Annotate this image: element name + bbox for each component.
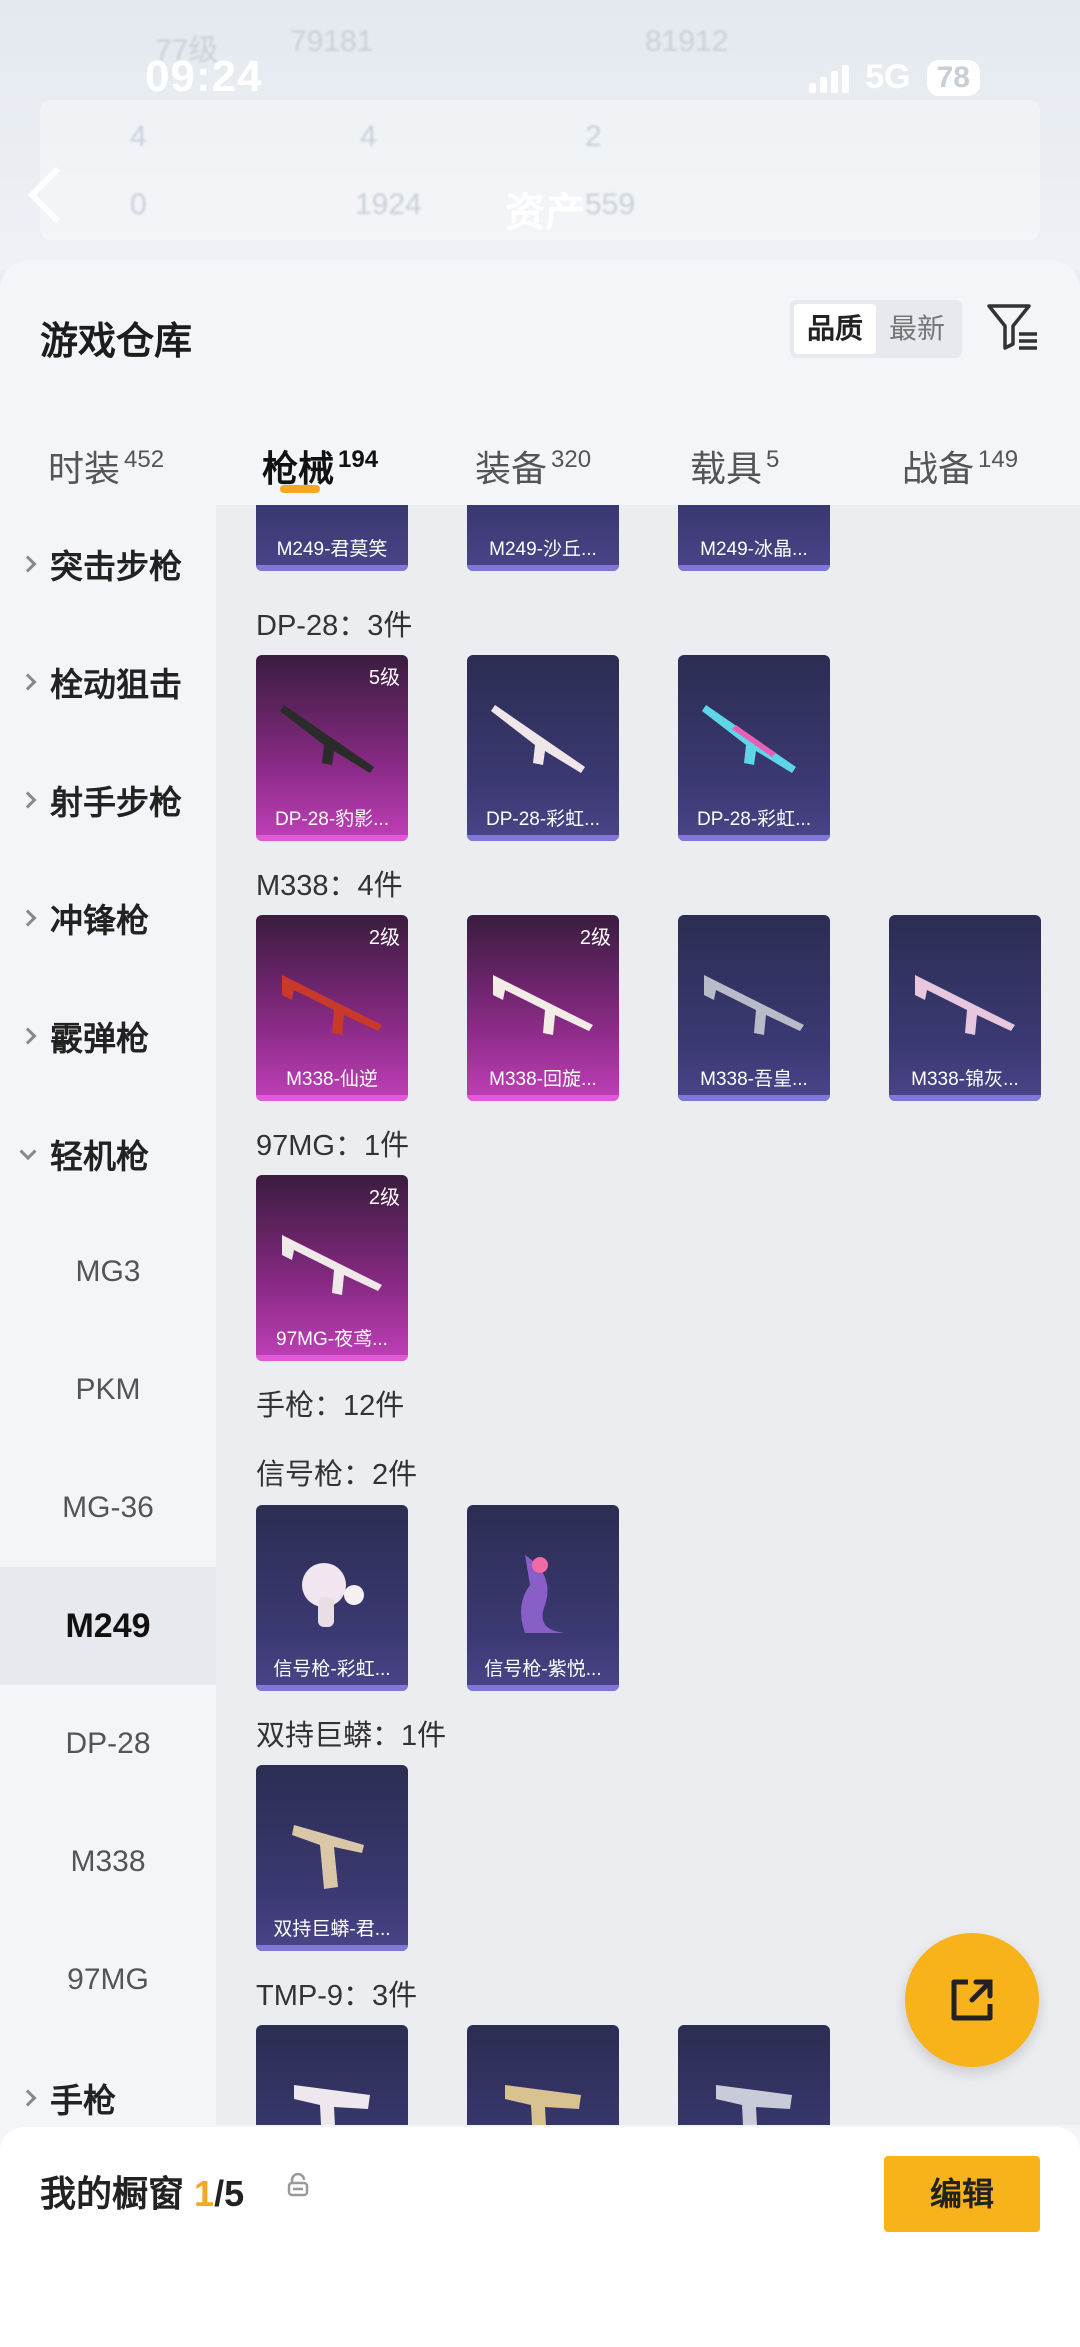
signal-icon [809,63,850,93]
weapon-type-sidebar: 突击步枪 栓动狙击 射手步枪 冲锋枪 霰弹枪 轻机枪 MG3 PKM MG-36… [0,505,216,2125]
tab-fashion[interactable]: 时装 452 [48,440,164,492]
active-tab-indicator [280,485,320,493]
sidebar-item-m338[interactable]: M338 [0,1803,216,1921]
sidebar-item-pkm[interactable]: PKM [0,1331,216,1449]
background-header: 77级 79181 81912 4 4 2 0 1924 559 资产 09:2… [0,0,1080,270]
gun-icon [704,975,804,1035]
sidebar-item-lmg[interactable]: 轻机枪 [0,1095,216,1213]
battery-icon: 78 [926,59,980,96]
sidebar-item-assault-rifle[interactable]: 突击步枪 [0,505,216,623]
sidebar-item-smg[interactable]: 冲锋枪 [0,859,216,977]
group-title-pistol: 手枪：12件 [256,1390,405,1422]
chevron-right-icon [19,555,37,573]
weapon-card[interactable]: 双持巨蟒-君... [256,1765,408,1951]
status-icons: 5G 78 [809,58,980,97]
weapon-card[interactable]: M249-沙丘... [467,505,619,571]
ghost-stat-5: 1924 [355,188,422,221]
weapon-card[interactable] [256,2025,408,2125]
share-icon [951,1979,993,2021]
gun-icon [282,1235,382,1295]
sidebar-item-mg36[interactable]: MG-36 [0,1449,216,1567]
sort-latest-button[interactable]: 最新 [876,304,958,354]
share-button[interactable] [905,1933,1039,2067]
gun-icon [282,975,382,1035]
gun-icon [280,705,374,773]
gun-icon [294,2085,370,2125]
gun-icon [493,975,593,1035]
ghost-stat-2: 4 [360,120,377,153]
gun-icon [915,975,1015,1035]
chevron-right-icon [19,2089,37,2107]
weapon-card[interactable]: 信号枪-紫悦... [467,1505,619,1691]
chevron-right-icon [19,673,37,691]
sidebar-item-shotgun[interactable]: 霰弹枪 [0,977,216,1095]
sort-toggle: 品质 最新 [790,300,962,358]
ghost-stat-6: 559 [585,188,636,221]
edit-button[interactable]: 编辑 [884,2156,1040,2232]
filter-icon[interactable] [985,298,1041,354]
showcase-total: /5 [214,2173,245,2214]
tab-vehicles[interactable]: 载具 5 [690,440,779,492]
chevron-down-icon [19,1143,37,1161]
sidebar-item-mg3[interactable]: MG3 [0,1213,216,1331]
tab-equipment[interactable]: 装备 320 [475,440,591,492]
gun-icon [716,2085,792,2125]
ghost-value-1: 79181 [290,25,374,58]
weapon-card[interactable]: M249-君莫笑 [256,505,408,571]
weapon-card[interactable]: M338-吾皇... [678,915,830,1101]
ghost-stat-4: 0 [130,188,147,221]
lock-icon [287,2173,309,2197]
gun-icon [302,1563,364,1627]
weapon-card[interactable]: 信号枪-彩虹... [256,1505,408,1691]
weapon-card[interactable]: M338-锦灰... [889,915,1041,1101]
showcase-label: 我的橱窗 1/5 [40,2173,245,2214]
group-title-97mg: 97MG：1件 [256,1130,410,1162]
gun-icon [505,2085,581,2125]
network-type: 5G [865,58,911,96]
weapon-card[interactable]: DP-28-彩虹... [467,655,619,841]
status-time: 09:24 [145,52,263,101]
page-title: 游戏仓库 [40,321,193,363]
gun-icon [702,705,796,773]
weapon-card[interactable] [678,2025,830,2125]
gun-icon [491,705,585,773]
group-title-m338: M338：4件 [256,870,403,902]
weapon-card[interactable]: 2级 M338-回旋... [467,915,619,1101]
sidebar-item-97mg[interactable]: 97MG [0,1921,216,2039]
asset-label: 资产 [505,191,585,235]
chevron-right-icon [19,1027,37,1045]
showcase-count: 1 [194,2173,215,2214]
weapon-card[interactable]: 5级 DP-28-豹影... [256,655,408,841]
gun-icon [292,1825,364,1889]
weapon-card[interactable]: M249-冰晶... [678,505,830,571]
tab-firearms[interactable]: 枪械 194 [262,440,378,492]
weapon-card[interactable] [467,2025,619,2125]
group-title-python: 双持巨蟒：1件 [256,1720,447,1752]
ghost-stat-1: 4 [130,120,147,153]
category-tabs: 时装 452 枪械 194 装备 320 载具 5 战备 149 [0,420,1080,510]
ghost-stat-3: 2 [585,120,602,153]
group-title-flare-gun: 信号枪：2件 [256,1459,418,1491]
ghost-value-2: 81912 [645,25,729,58]
chevron-right-icon [19,909,37,927]
tab-gear[interactable]: 战备 149 [902,440,1018,492]
sort-quality-button[interactable]: 品质 [794,304,876,354]
sidebar-item-marksman-rifle[interactable]: 射手步枪 [0,741,216,859]
group-title-dp28: DP-28：3件 [256,610,413,642]
group-title-tmp9: TMP-9：3件 [256,1980,418,2012]
showcase-footer: 我的橱窗 1/5 编辑 [0,2127,1080,2347]
sidebar-item-bolt-sniper[interactable]: 栓动狙击 [0,623,216,741]
weapon-card[interactable]: 2级 97MG-夜鸢... [256,1175,408,1361]
weapon-card[interactable]: DP-28-彩虹... [678,655,830,841]
sidebar-item-dp28[interactable]: DP-28 [0,1685,216,1803]
gun-icon [521,1555,565,1633]
sidebar-item-m249[interactable]: M249 [0,1567,216,1685]
weapon-list: M249-君莫笑 M249-沙丘... M249-冰晶... DP-28：3件 … [216,505,1080,2125]
weapon-card[interactable]: 2级 M338-仙逆 [256,915,408,1101]
chevron-right-icon [19,791,37,809]
